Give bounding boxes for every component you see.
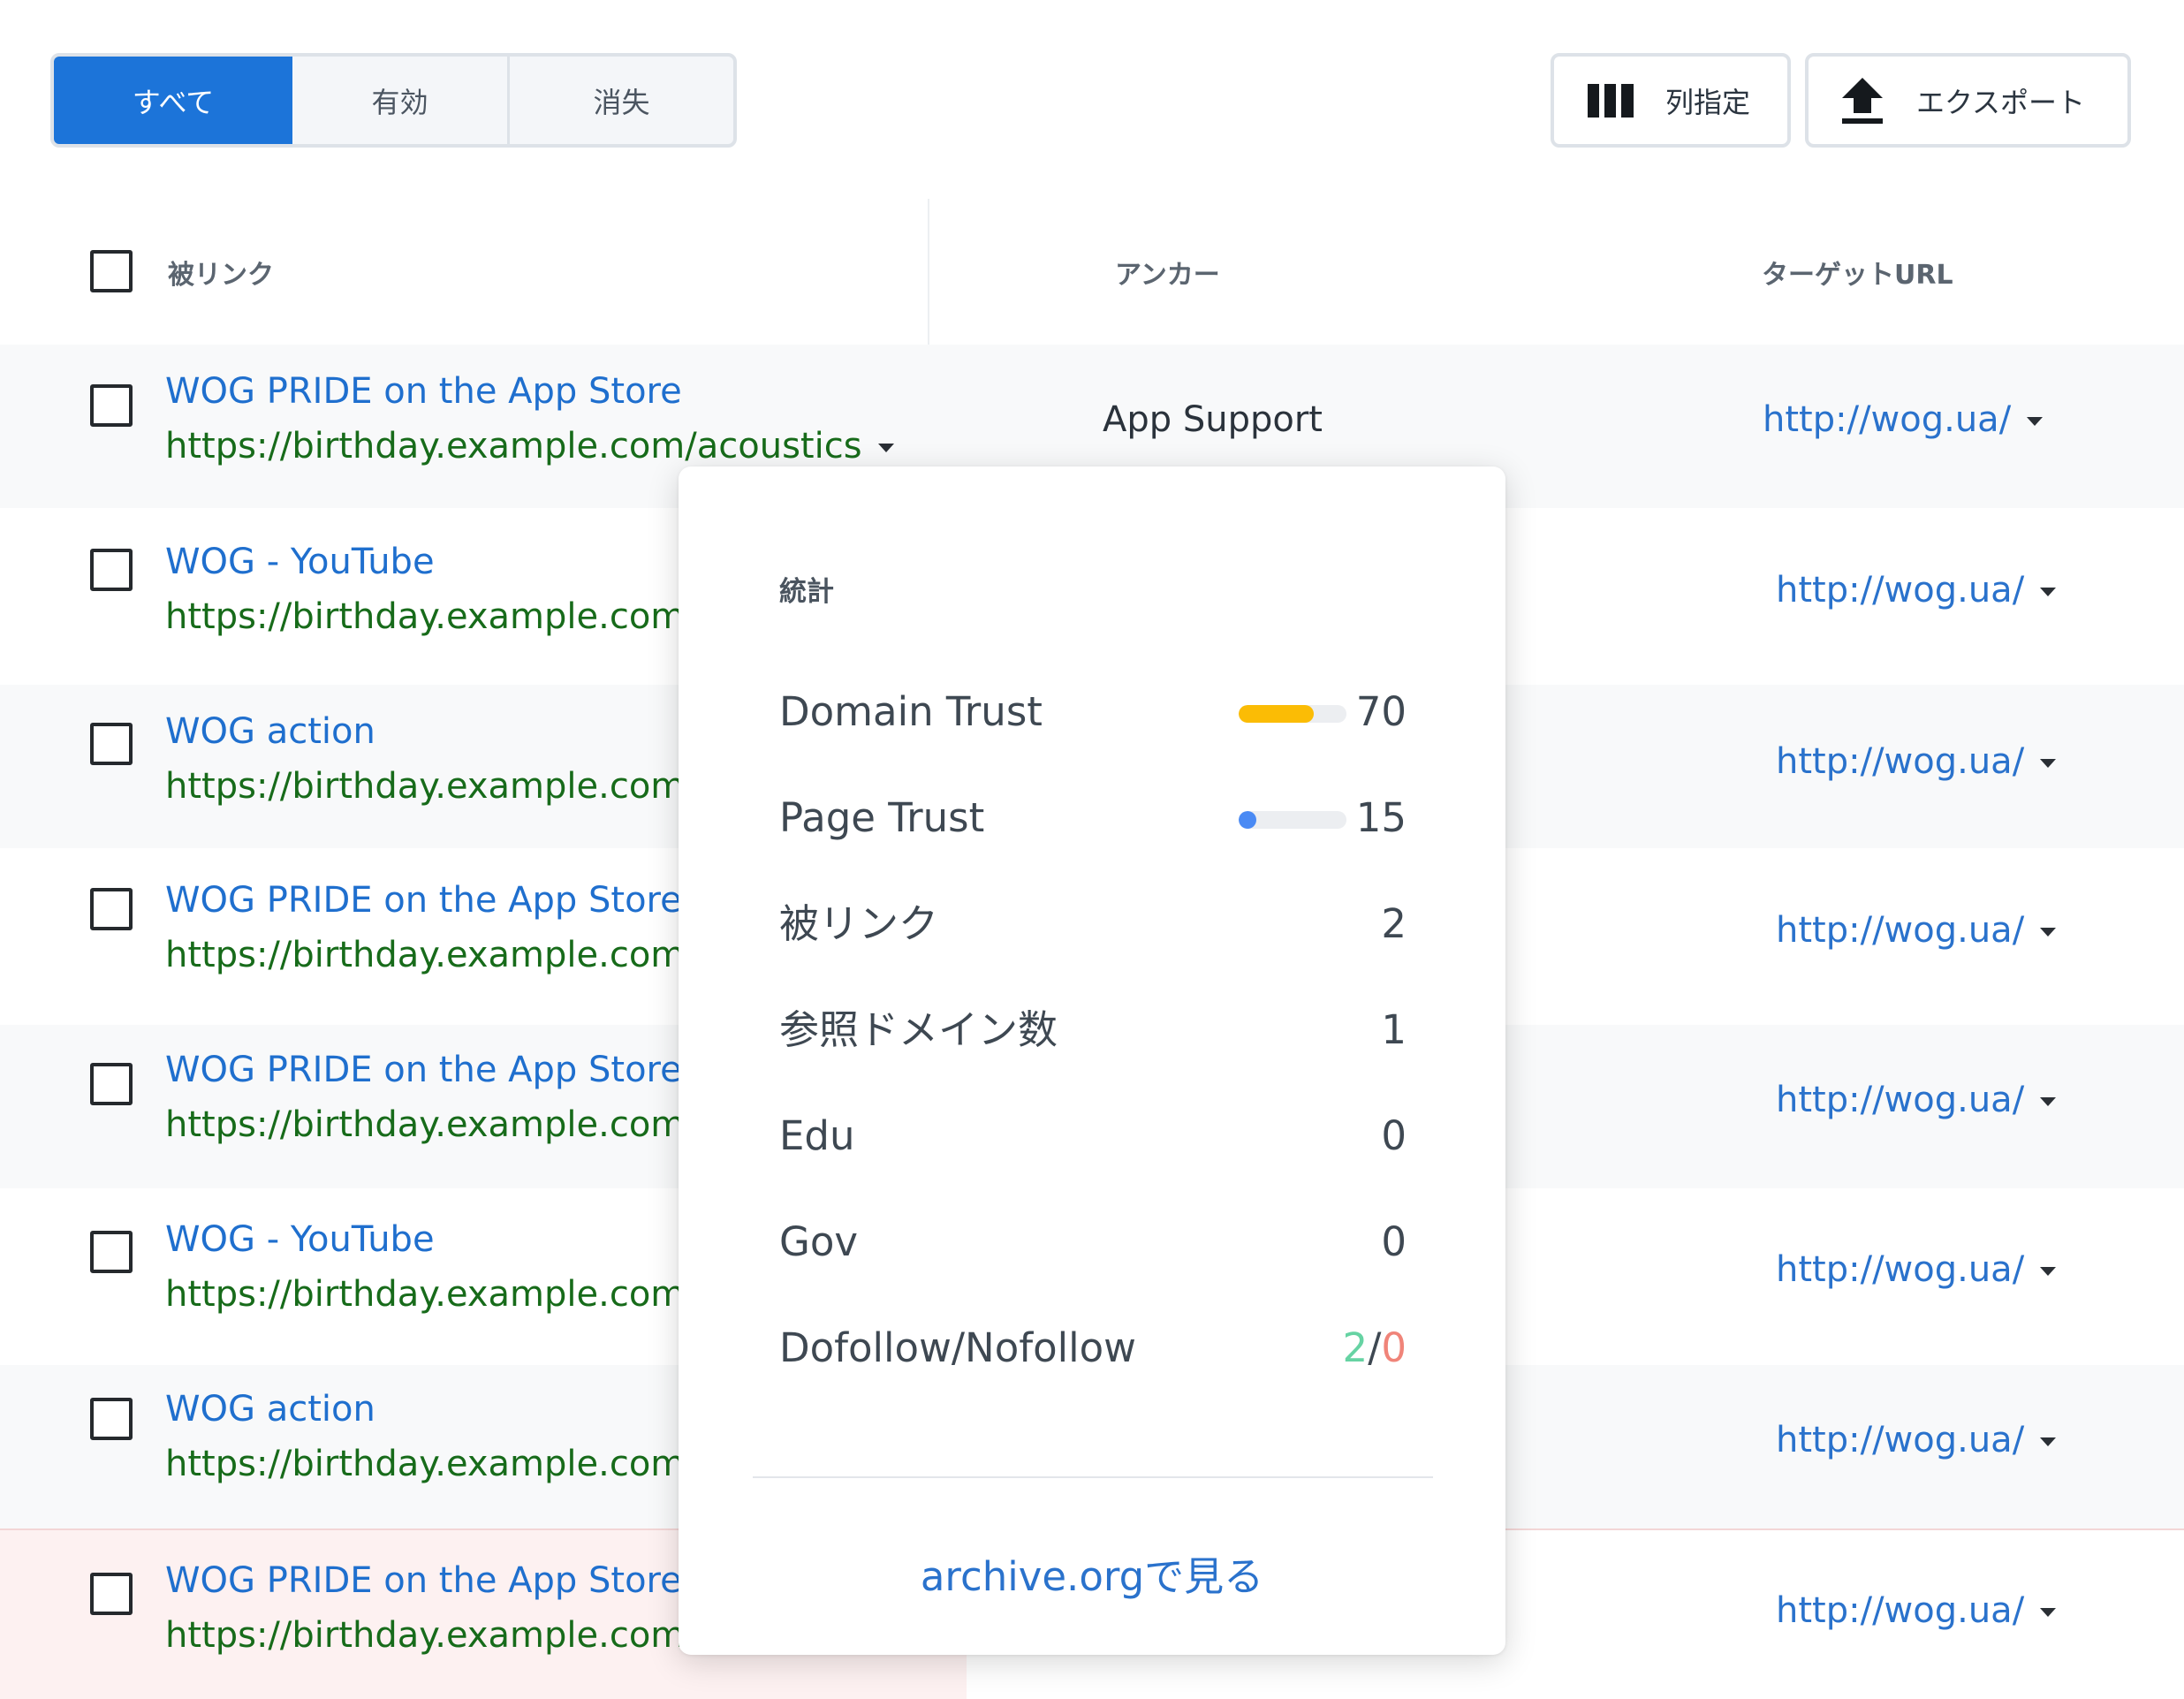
backlink-title-link[interactable]: WOG action bbox=[165, 711, 375, 752]
stat-value: 15 bbox=[1355, 794, 1407, 841]
stat-value: 1 bbox=[1381, 1006, 1407, 1053]
backlink-title-link[interactable]: WOG - YouTube bbox=[165, 542, 435, 582]
stat-edu: Edu 0 bbox=[779, 1110, 1407, 1163]
upload-icon bbox=[1842, 77, 1883, 124]
stat-label: 参照ドメイン数 bbox=[779, 1006, 1058, 1053]
header-anchor[interactable]: アンカー bbox=[1115, 199, 1220, 345]
caret-down-icon[interactable] bbox=[877, 444, 894, 452]
anchor-text: App Support bbox=[1103, 399, 1323, 440]
stat-domain-trust: Domain Trust 70 bbox=[779, 686, 1407, 739]
caret-down-icon[interactable] bbox=[2040, 1437, 2057, 1446]
table-header: 被リンク アンカー ターゲットURL bbox=[0, 199, 2184, 345]
backlink-title-link[interactable]: WOG PRIDE on the App Store bbox=[165, 1560, 682, 1601]
backlink-title-link[interactable]: WOG - YouTube bbox=[165, 1219, 435, 1260]
backlink-url-link[interactable]: https://birthday.example.com/ bbox=[165, 1274, 697, 1315]
backlink-title-link[interactable]: WOG action bbox=[165, 1389, 375, 1430]
target-url-link[interactable]: http://wog.ua/ bbox=[1776, 1080, 2057, 1120]
backlink-url-link[interactable]: https://birthday.example.com/ bbox=[165, 1444, 697, 1484]
caret-down-icon[interactable] bbox=[2040, 759, 2057, 768]
tab-all[interactable]: すべて bbox=[54, 57, 292, 144]
stat-backlinks: 被リンク 2 bbox=[779, 898, 1407, 951]
stat-label: 被リンク bbox=[779, 900, 939, 947]
select-all-checkbox[interactable] bbox=[90, 250, 133, 292]
dofollow-count: 2 bbox=[1342, 1324, 1369, 1371]
target-url-link[interactable]: http://wog.ua/ bbox=[1776, 1249, 2057, 1290]
caret-down-icon[interactable] bbox=[2040, 928, 2057, 937]
stat-value: 2 bbox=[1381, 900, 1407, 947]
row-checkbox[interactable] bbox=[90, 1231, 133, 1273]
caret-down-icon[interactable] bbox=[2027, 417, 2044, 426]
target-url-link[interactable]: http://wog.ua/ bbox=[1776, 570, 2057, 611]
columns-button[interactable]: 列指定 bbox=[1551, 53, 1791, 148]
backlink-url-link[interactable]: https://birthday.example.com/ bbox=[165, 935, 697, 975]
nofollow-count: 0 bbox=[1381, 1324, 1407, 1371]
ratio-separator: / bbox=[1368, 1324, 1382, 1371]
columns-icon bbox=[1588, 83, 1634, 118]
stat-value: 70 bbox=[1355, 688, 1407, 735]
backlink-url-link[interactable]: https://birthday.example.com/ bbox=[165, 596, 697, 637]
backlink-title-link[interactable]: WOG PRIDE on the App Store bbox=[165, 371, 682, 412]
stat-label: Gov bbox=[779, 1218, 859, 1265]
export-button-label: エクスポート bbox=[1916, 85, 2086, 119]
page-trust-bar-fill bbox=[1239, 811, 1256, 829]
backlink-title-link[interactable]: WOG PRIDE on the App Store bbox=[165, 880, 682, 921]
domain-trust-bar-fill bbox=[1239, 705, 1315, 723]
target-url-link[interactable]: http://wog.ua/ bbox=[1763, 399, 2044, 440]
row-checkbox[interactable] bbox=[90, 549, 133, 591]
stat-value: 0 bbox=[1381, 1218, 1407, 1265]
stat-label: Dofollow/Nofollow bbox=[779, 1324, 1136, 1371]
row-checkbox[interactable] bbox=[90, 1573, 133, 1615]
stat-page-trust: Page Trust 15 bbox=[779, 792, 1407, 845]
header-backlink[interactable]: 被リンク bbox=[168, 199, 274, 345]
domain-trust-bar bbox=[1239, 705, 1346, 723]
archive-org-link[interactable]: archive.orgで見る bbox=[679, 1544, 1505, 1602]
dofollow-ratio: 2/0 bbox=[1343, 1322, 1407, 1375]
target-url-link[interactable]: http://wog.ua/ bbox=[1776, 1590, 2057, 1631]
export-button[interactable]: エクスポート bbox=[1805, 53, 2131, 148]
header-target-url[interactable]: ターゲットURL bbox=[1762, 199, 1953, 345]
popup-divider bbox=[753, 1476, 1433, 1478]
row-checkbox[interactable] bbox=[90, 384, 133, 427]
row-checkbox[interactable] bbox=[90, 888, 133, 930]
filter-segmented-control: すべて 有効 消失 bbox=[50, 53, 737, 148]
stat-gov: Gov 0 bbox=[779, 1216, 1407, 1269]
stats-popup: 統計 Domain Trust 70 Page Trust 15 被リンク 2 … bbox=[679, 466, 1505, 1655]
tab-active[interactable]: 有効 bbox=[292, 57, 510, 144]
backlink-url-link[interactable]: https://birthday.example.com/ bbox=[165, 1615, 697, 1656]
backlink-url-link[interactable]: https://birthday.example.com/acoustics bbox=[165, 426, 894, 466]
row-checkbox[interactable] bbox=[90, 723, 133, 765]
backlink-url-link[interactable]: https://birthday.example.com/ bbox=[165, 766, 697, 807]
stat-label: Page Trust bbox=[779, 794, 985, 841]
page-trust-bar bbox=[1239, 811, 1346, 829]
backlink-title-link[interactable]: WOG PRIDE on the App Store bbox=[165, 1050, 682, 1090]
caret-down-icon[interactable] bbox=[2040, 588, 2057, 596]
target-url-link[interactable]: http://wog.ua/ bbox=[1776, 1420, 2057, 1460]
target-url-link[interactable]: http://wog.ua/ bbox=[1776, 741, 2057, 782]
tab-lost[interactable]: 消失 bbox=[510, 57, 733, 144]
stat-value: 0 bbox=[1381, 1112, 1407, 1159]
stat-label: Domain Trust bbox=[779, 688, 1043, 735]
stat-label: Edu bbox=[779, 1112, 855, 1159]
stat-referring-domains: 参照ドメイン数 1 bbox=[779, 1004, 1407, 1057]
row-checkbox[interactable] bbox=[90, 1398, 133, 1440]
popup-title: 統計 bbox=[779, 576, 834, 608]
caret-down-icon[interactable] bbox=[2040, 1608, 2057, 1617]
backlink-url-link[interactable]: https://birthday.example.com/ bbox=[165, 1104, 697, 1145]
target-url-link[interactable]: http://wog.ua/ bbox=[1776, 910, 2057, 951]
stat-dofollow-nofollow: Dofollow/Nofollow 2/0 bbox=[779, 1322, 1407, 1375]
caret-down-icon[interactable] bbox=[2040, 1097, 2057, 1106]
row-checkbox[interactable] bbox=[90, 1063, 133, 1105]
columns-button-label: 列指定 bbox=[1665, 85, 1751, 119]
caret-down-icon[interactable] bbox=[2040, 1267, 2057, 1276]
